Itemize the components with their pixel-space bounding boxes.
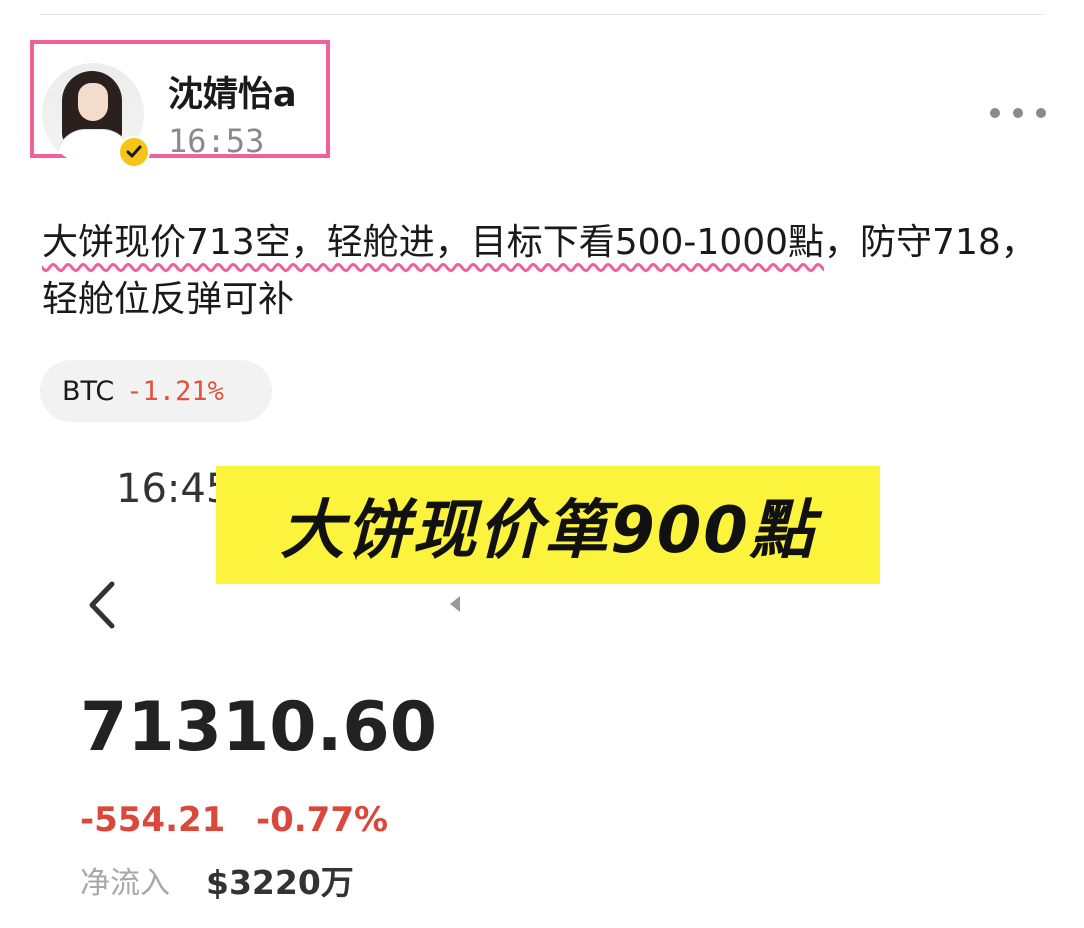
netflow-value: $3220万 xyxy=(206,863,354,902)
headline-banner: 大饼现价箪900點 xyxy=(216,466,880,584)
more-horizontal-icon xyxy=(1013,108,1023,118)
author-name[interactable]: 沈婧怡a xyxy=(168,66,297,117)
ticker-change: -1.21% xyxy=(126,375,224,407)
more-horizontal-icon xyxy=(990,108,1000,118)
ticker-symbol: BTC xyxy=(62,375,115,407)
more-options-button[interactable] xyxy=(990,100,1046,126)
screenshot-time: 16:45 xyxy=(116,466,232,512)
post-text-highlighted: 大饼现价713空，轻舱进，目标下看500-1000點 xyxy=(42,222,825,263)
headline-banner-text: 大饼现价箪900點 xyxy=(280,494,816,568)
post-time: 16:53 xyxy=(168,122,265,160)
avatar-face xyxy=(78,83,108,121)
triangle-left-icon xyxy=(450,596,460,612)
author-block[interactable]: 沈婧怡a 16:53 xyxy=(30,40,330,168)
top-divider xyxy=(40,14,1044,15)
price-change-abs: -554.21 xyxy=(80,800,226,840)
verified-check-icon xyxy=(118,136,150,168)
ticker-chip[interactable]: BTC -1.21% xyxy=(40,360,272,422)
btc-price: 71310.60 xyxy=(80,688,438,767)
more-horizontal-icon xyxy=(1036,108,1046,118)
post-body-text: 大饼现价713空，轻舱进，目标下看500-1000點，防守718，轻舱位反弹可补 xyxy=(42,214,1042,328)
post-page: 沈婧怡a 16:53 大饼现价713空，轻舱进，目标下看500-1000點，防守… xyxy=(0,0,1084,928)
netflow-label: 净流入 xyxy=(80,866,170,901)
chevron-left-icon xyxy=(89,581,115,629)
price-change-pct: -0.77% xyxy=(256,800,389,840)
embedded-screenshot[interactable]: 16:45 大饼现价箪900點 71310.60 -554.21 -0.77% … xyxy=(40,448,1044,928)
checkmark-icon xyxy=(126,145,142,158)
